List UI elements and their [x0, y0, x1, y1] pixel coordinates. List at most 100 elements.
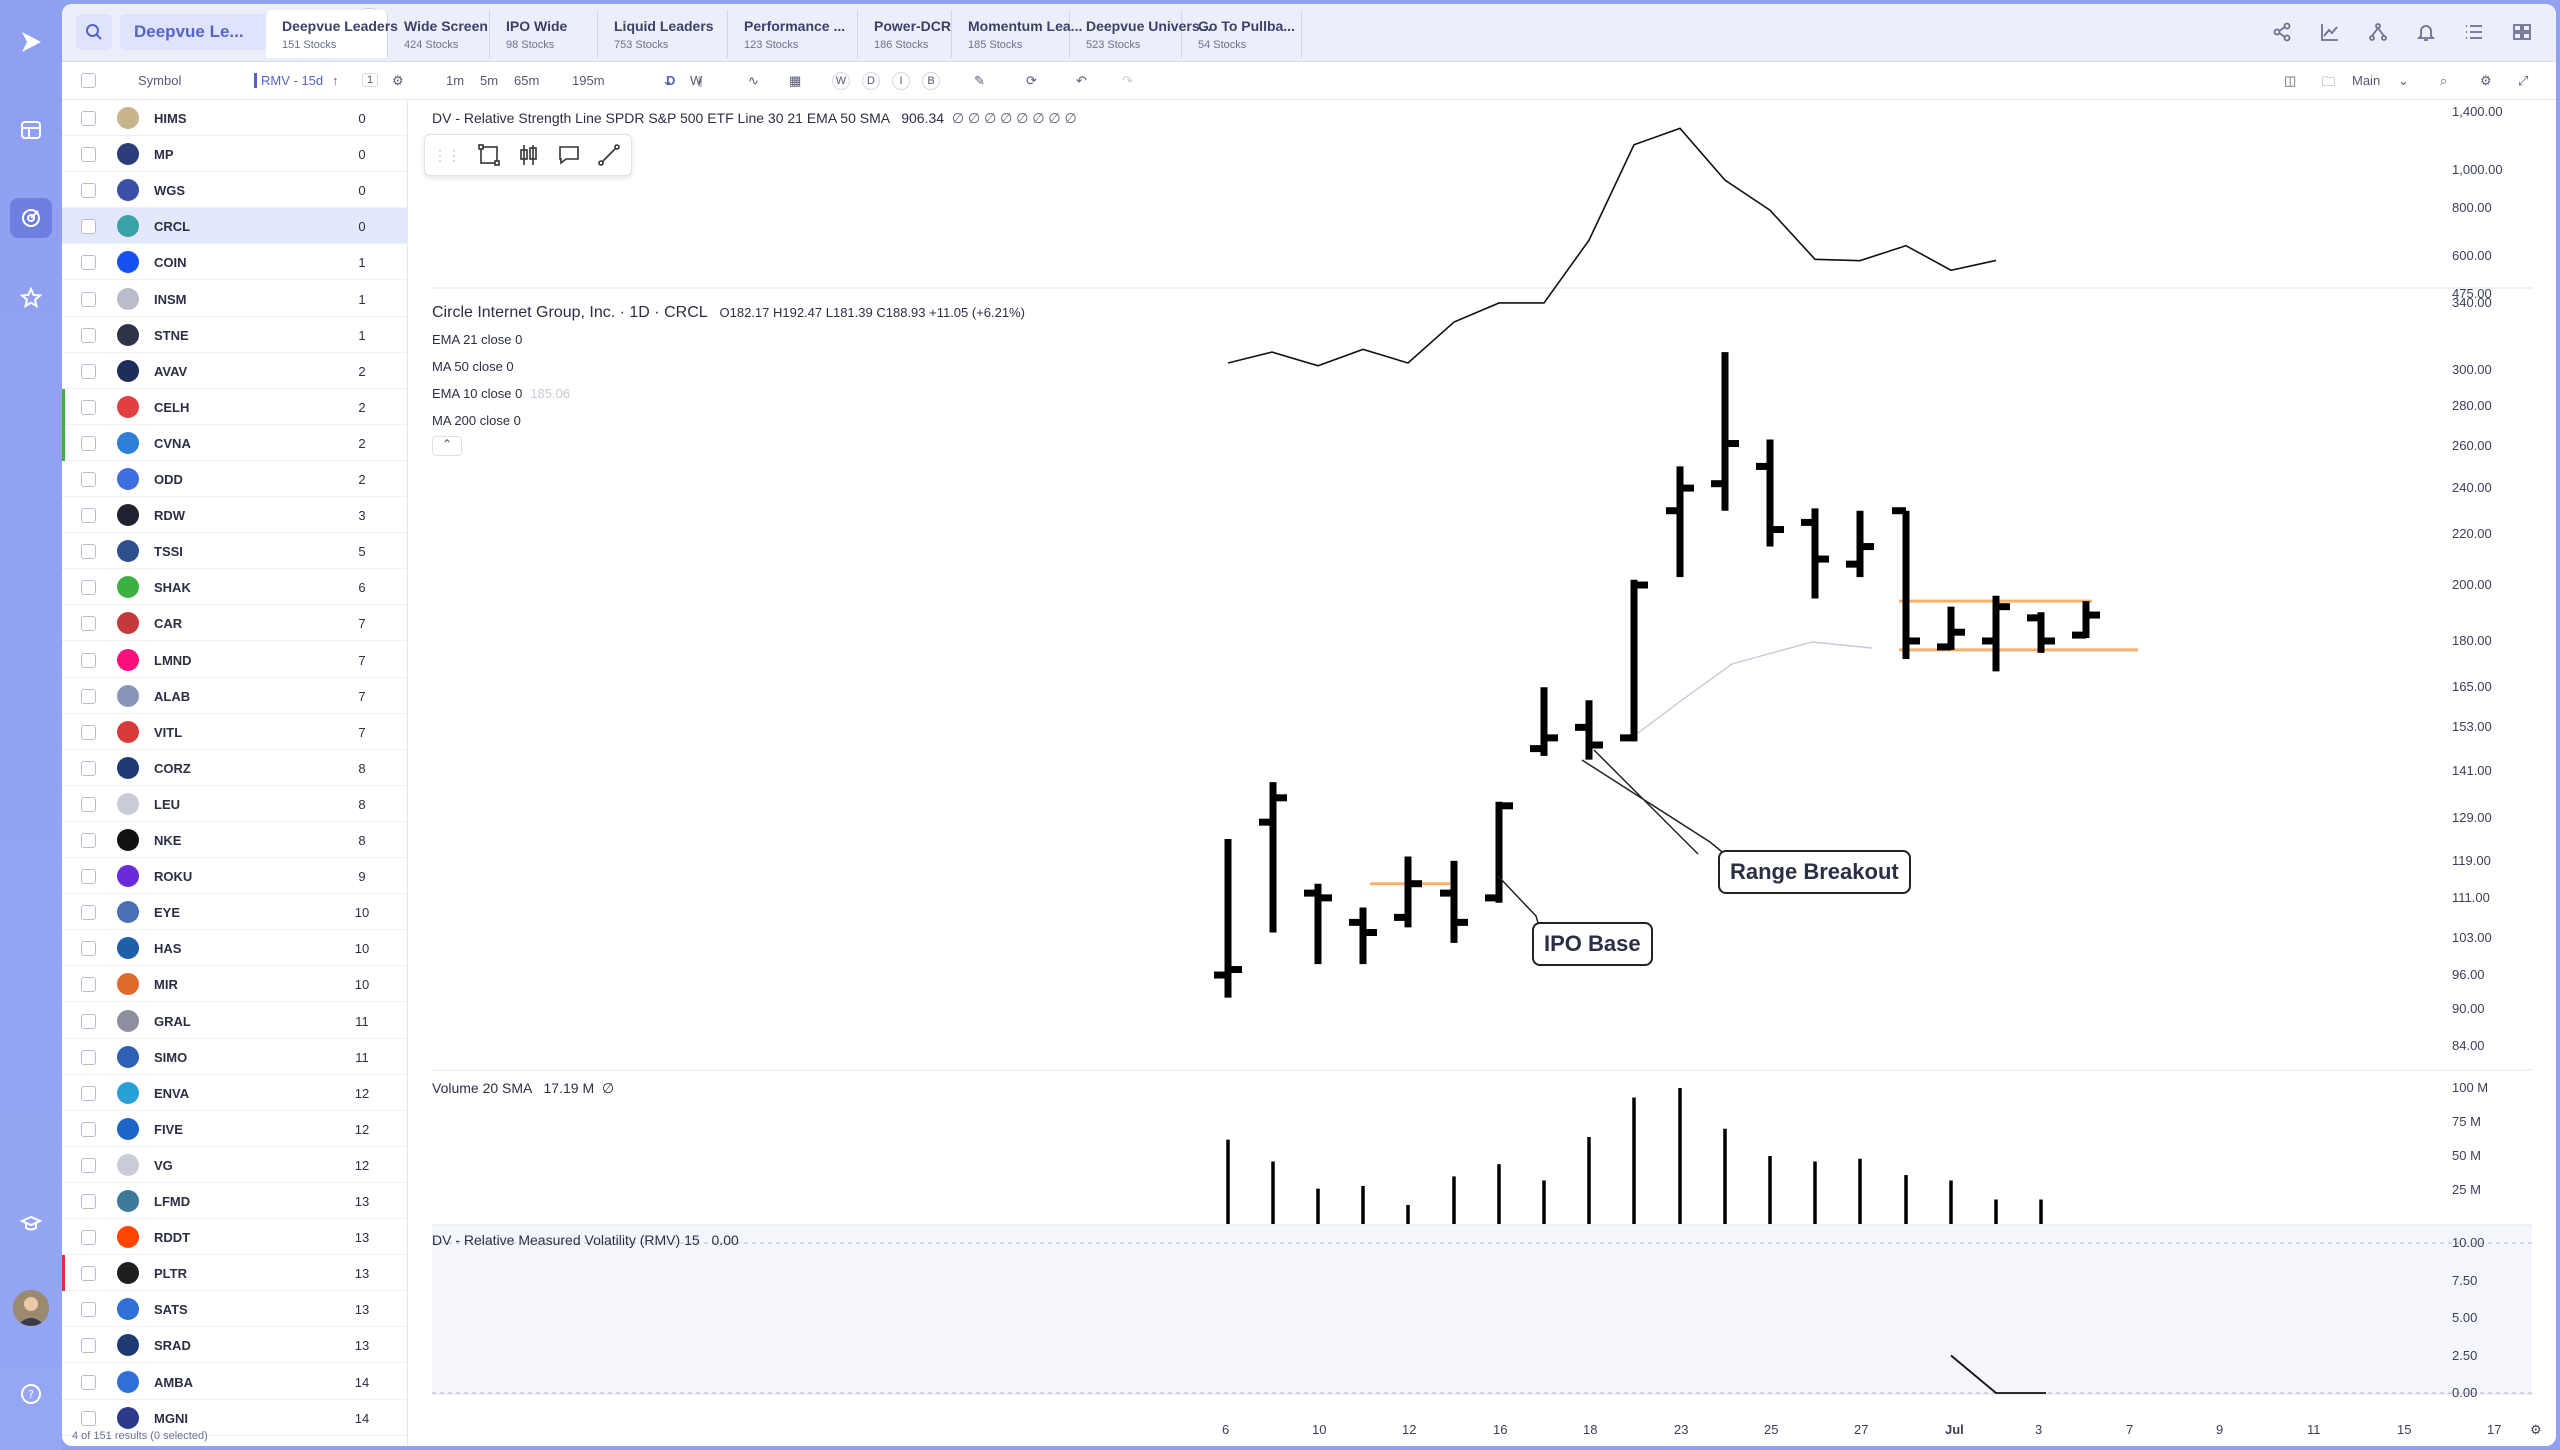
- list-item[interactable]: CRCL 0: [62, 208, 408, 245]
- drag-handle-icon[interactable]: ⋮⋮: [433, 147, 461, 164]
- row-checkbox[interactable]: [81, 508, 96, 524]
- row-checkbox[interactable]: [81, 941, 96, 957]
- row-checkbox[interactable]: [81, 977, 96, 993]
- period-I[interactable]: I: [892, 72, 910, 90]
- row-checkbox[interactable]: [81, 1121, 96, 1137]
- study-item[interactable]: EMA 10 close 0 185.06: [432, 386, 570, 401]
- refresh-icon[interactable]: ⟳: [1026, 73, 1037, 89]
- tab-2[interactable]: IPO Wide 98 Stocks: [490, 10, 598, 58]
- list-item[interactable]: ODD 2: [62, 461, 408, 497]
- rmv-column-header[interactable]: RMV - 15d: [254, 73, 323, 88]
- draw-pencil-icon[interactable]: ✎: [974, 73, 985, 89]
- list-item[interactable]: MP 0: [62, 136, 408, 173]
- row-checkbox[interactable]: [81, 1157, 96, 1173]
- list-item[interactable]: GRAL 11: [62, 1003, 408, 1039]
- comment-tool-icon[interactable]: [557, 143, 581, 167]
- chart-area[interactable]: DV - Relative Strength Line SPDR S&P 500…: [424, 100, 2556, 1446]
- chart-settings-gear-icon[interactable]: ⚙: [2480, 73, 2492, 89]
- row-checkbox[interactable]: [81, 399, 96, 415]
- row-checkbox[interactable]: [81, 1013, 96, 1029]
- row-checkbox[interactable]: [81, 291, 96, 307]
- list-item[interactable]: COIN 1: [62, 244, 408, 281]
- row-checkbox[interactable]: [81, 1374, 96, 1390]
- list-item[interactable]: MIR 10: [62, 966, 408, 1003]
- period-B[interactable]: B: [922, 72, 940, 90]
- interval-65m[interactable]: 65m: [514, 73, 539, 88]
- range-breakout-annotation[interactable]: Range Breakout: [1718, 850, 1911, 894]
- column-settings-gear-icon[interactable]: ⚙: [392, 73, 404, 89]
- tab-4[interactable]: Performance ... 123 Stocks: [728, 10, 858, 58]
- row-checkbox[interactable]: [81, 111, 96, 126]
- row-checkbox[interactable]: [81, 616, 96, 632]
- ipo-base-annotation[interactable]: IPO Base: [1532, 922, 1653, 966]
- row-checkbox[interactable]: [81, 1230, 96, 1246]
- row-checkbox[interactable]: [81, 1302, 96, 1318]
- list-item[interactable]: RDDT 13: [62, 1219, 408, 1256]
- list-item[interactable]: RDW 3: [62, 497, 408, 534]
- row-checkbox[interactable]: [81, 1049, 96, 1065]
- row-checkbox[interactable]: [81, 905, 96, 921]
- list-item[interactable]: CAR 7: [62, 605, 408, 642]
- row-checkbox[interactable]: [81, 833, 96, 848]
- row-checkbox[interactable]: [81, 1194, 96, 1209]
- layout-panel-icon[interactable]: ◫: [2284, 73, 2296, 89]
- tab-6[interactable]: Momentum Lea... 185 Stocks: [952, 10, 1082, 58]
- watchlist-icon[interactable]: [10, 198, 52, 238]
- row-checkbox[interactable]: [81, 1266, 96, 1282]
- rectangle-tool-icon[interactable]: [477, 143, 501, 167]
- list-item[interactable]: LEU 8: [62, 786, 408, 822]
- row-checkbox[interactable]: [81, 147, 96, 163]
- list-item[interactable]: WGS 0: [62, 172, 408, 209]
- row-checkbox[interactable]: [81, 183, 96, 199]
- row-checkbox[interactable]: [81, 1085, 96, 1101]
- list-item[interactable]: LFMD 13: [62, 1183, 408, 1219]
- layout-name[interactable]: Main: [2352, 73, 2380, 88]
- list-item[interactable]: HIMS 0: [62, 100, 408, 136]
- bell-icon[interactable]: [2416, 22, 2436, 42]
- redo-icon[interactable]: ↷: [1122, 73, 1133, 89]
- list-item[interactable]: ENVA 12: [62, 1075, 408, 1111]
- trendline-tool-icon[interactable]: [597, 143, 621, 167]
- chevron-down-icon[interactable]: ⌄: [662, 73, 673, 89]
- list-item[interactable]: SIMO 11: [62, 1039, 408, 1075]
- list-item[interactable]: TSSI 5: [62, 533, 408, 570]
- list-item[interactable]: ROKU 9: [62, 858, 408, 895]
- hierarchy-icon[interactable]: [2368, 22, 2388, 42]
- list-item[interactable]: INSM 1: [62, 281, 408, 317]
- undo-icon[interactable]: ↶: [1076, 73, 1087, 89]
- list-item[interactable]: LMND 7: [62, 642, 408, 678]
- study-item[interactable]: MA 200 close 0: [432, 413, 521, 428]
- list-item[interactable]: NKE 8: [62, 822, 408, 858]
- list-item[interactable]: EYE 10: [62, 894, 408, 931]
- row-checkbox[interactable]: [81, 580, 96, 596]
- chart-canvas[interactable]: [432, 100, 2556, 1446]
- row-checkbox[interactable]: [81, 1410, 96, 1426]
- fullscreen-icon[interactable]: ⤢: [2518, 73, 2528, 89]
- study-item[interactable]: EMA 21 close 0: [432, 332, 522, 347]
- grid-view-icon[interactable]: [2512, 22, 2532, 42]
- share-icon[interactable]: [2272, 22, 2292, 42]
- row-checkbox[interactable]: [81, 327, 96, 343]
- list-item[interactable]: VITL 7: [62, 714, 408, 750]
- row-checkbox[interactable]: [81, 255, 96, 271]
- row-checkbox[interactable]: [81, 544, 96, 560]
- list-item[interactable]: HAS 10: [62, 930, 408, 967]
- row-checkbox[interactable]: [81, 652, 96, 668]
- candlestick-tool-icon[interactable]: [517, 143, 541, 167]
- row-checkbox[interactable]: [81, 1338, 96, 1354]
- indicators-icon[interactable]: ∿: [748, 73, 759, 89]
- avatar[interactable]: [13, 1290, 49, 1326]
- list-item[interactable]: CVNA 2: [62, 424, 408, 461]
- tab-8[interactable]: Go To Pullba... 54 Stocks: [1182, 10, 1302, 58]
- tab-7[interactable]: Deepvue Univers... 523 Stocks: [1070, 10, 1211, 58]
- row-checkbox[interactable]: [81, 219, 96, 235]
- row-checkbox[interactable]: [81, 688, 96, 704]
- bar-style-icon[interactable]: ⫲: [698, 73, 702, 89]
- study-item[interactable]: MA 50 close 0: [432, 359, 514, 374]
- tab-0[interactable]: Deepvue Leaders 151 Stocks: [266, 10, 398, 58]
- row-checkbox[interactable]: [81, 724, 96, 740]
- education-icon[interactable]: [17, 1210, 45, 1238]
- select-all-checkbox[interactable]: [81, 73, 96, 88]
- layout-icon[interactable]: [17, 116, 45, 144]
- row-checkbox[interactable]: [81, 435, 96, 451]
